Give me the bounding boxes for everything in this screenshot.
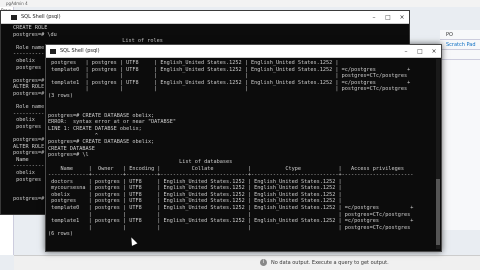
terminal-line: template0 | postgres | UTF8 | English_Un… xyxy=(48,66,411,73)
maximize-button[interactable]: □ xyxy=(413,48,427,55)
terminal-line: template1 | postgres | UTF8 | English_Un… xyxy=(48,218,414,225)
terminal-icon xyxy=(50,48,56,54)
terminal-scrollbar[interactable] xyxy=(436,59,440,249)
tab-scratch-pad[interactable]: Scratch Pad xyxy=(440,40,480,50)
minimize-button[interactable]: – xyxy=(399,48,413,55)
status-bar: i No data output. Execute a query to get … xyxy=(14,255,480,270)
terminal-line: ^ xyxy=(48,132,98,139)
outer-window-title: pgAdmin 4 xyxy=(0,0,480,7)
terminal-line: List of databases xyxy=(48,158,233,165)
close-button[interactable]: × xyxy=(427,48,441,55)
minimize-button[interactable]: – xyxy=(367,14,381,21)
info-icon: i xyxy=(260,259,267,266)
terminal-line: LINE 1: CREATE DATABSE obelix; xyxy=(48,125,142,132)
terminal-line: postgres | postgres | UTF8 | English_Uni… xyxy=(48,198,342,205)
terminal-line: postgres=# CREATE DATABASE obelix; xyxy=(48,139,155,146)
terminal-line: (6 rows) xyxy=(48,231,73,238)
terminal-line: | | | | | postgres=CTc/postgres xyxy=(48,73,408,80)
terminal-line: ERROR: syntax error at or near "DATABSE" xyxy=(48,119,177,126)
terminal-icon xyxy=(11,14,17,20)
front-window-title: SQL Shell (psql) xyxy=(60,48,100,54)
front-window-titlebar[interactable]: SQL Shell (psql) – □ × xyxy=(46,45,441,58)
maximize-button[interactable]: □ xyxy=(381,14,395,21)
terminal-line: | | | | | postgres=CTc/postgres xyxy=(48,86,408,93)
terminal-line: | | | | | postgres=CTc/postgres xyxy=(48,211,411,218)
terminal-line: postgres=# CREATE DATABASE obelix; xyxy=(48,112,155,119)
front-terminal-window[interactable]: SQL Shell (psql) – □ × postgres | postgr… xyxy=(45,44,442,252)
terminal-line: -------------+----------+----------+----… xyxy=(48,172,414,179)
terminal-line: template0 | postgres | UTF8 | English_Un… xyxy=(48,205,414,212)
terminal-line: | | | | | postgres=CTc/postgres xyxy=(48,224,411,231)
terminal-line: obelix | postgres | UTF8 | English_Unite… xyxy=(48,191,342,198)
back-window-titlebar[interactable]: SQL Shell (psql) – □ × xyxy=(1,11,409,24)
query-tool-panel: PO Scratch Pad xyxy=(440,30,480,230)
close-button[interactable]: × xyxy=(395,14,409,21)
front-terminal-output[interactable]: postgres | postgres | UTF8 | English_Uni… xyxy=(48,60,436,250)
terminal-line: postgres | postgres | UTF8 | English_Uni… xyxy=(48,60,339,66)
tab-po[interactable]: PO xyxy=(440,30,480,40)
terminal-line: doctors | postgres | UTF8 | English_Unit… xyxy=(48,178,342,185)
scrollbar-thumb[interactable] xyxy=(436,179,440,245)
terminal-line: mycoursesna | postgres | UTF8 | English_… xyxy=(48,185,342,192)
back-window-title: SQL Shell (psql) xyxy=(21,14,61,20)
terminal-line: (3 rows) xyxy=(48,92,73,99)
terminal-line: template1 | postgres | UTF8 | English_Un… xyxy=(48,79,411,86)
status-text: No data output. Execute a query to get o… xyxy=(271,260,389,266)
terminal-line: CREATE ROLE xyxy=(13,25,48,31)
tab-empty xyxy=(440,50,480,60)
terminal-line: postgres=# \du xyxy=(13,31,57,38)
terminal-line: CREATE DATABASE xyxy=(48,145,95,152)
terminal-line: Name | Owner | Encoding | Collate | Ctyp… xyxy=(48,165,405,172)
terminal-line: postgres=# \l xyxy=(48,152,89,159)
